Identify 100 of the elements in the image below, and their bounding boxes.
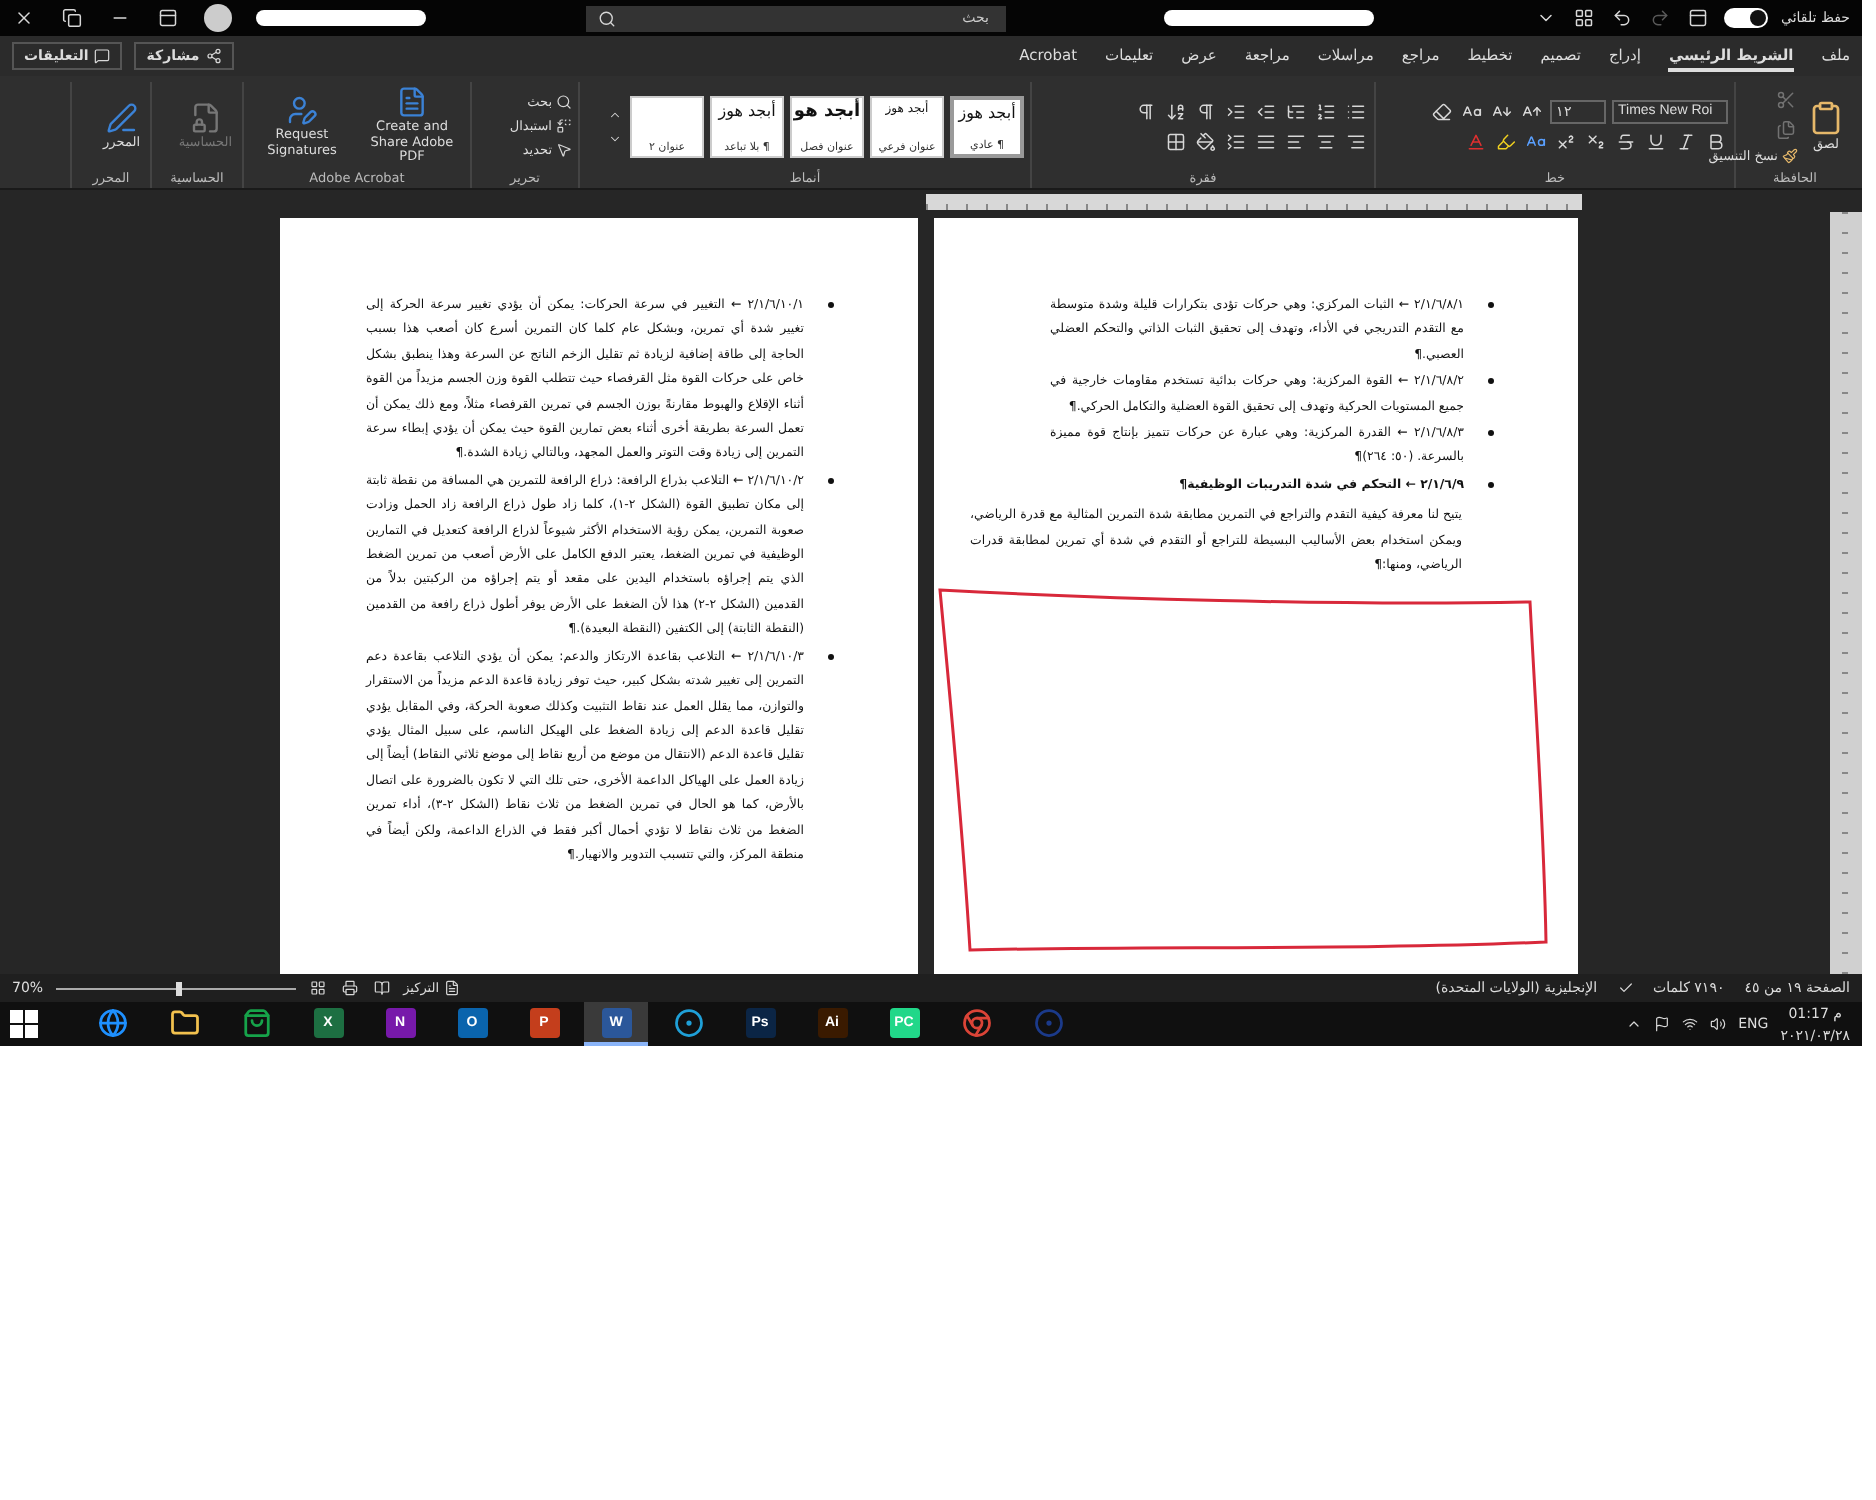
web-layout-button[interactable]: [307, 978, 328, 998]
app-icon: [169, 1007, 199, 1037]
read-mode-icon: [373, 980, 390, 996]
touch-mode-icon: [1573, 8, 1593, 28]
align-center-button[interactable]: [1314, 129, 1338, 153]
undo-button[interactable]: [1609, 6, 1633, 30]
italic-icon: [1676, 131, 1696, 151]
scroll-up-icon: [608, 107, 622, 121]
bullet-icon: [828, 477, 834, 484]
strikethrough-icon: [1616, 131, 1636, 151]
justify-icon: [1256, 131, 1276, 151]
web-layout-icon: [309, 980, 326, 996]
restore-icon: [62, 8, 82, 28]
decrease-indent-icon: [1256, 101, 1276, 121]
underline-button[interactable]: [1644, 129, 1668, 153]
restore-button[interactable]: [60, 6, 84, 30]
sort-icon: [1166, 101, 1186, 121]
show-marks-button[interactable]: [1134, 99, 1158, 123]
multilevel-list-button[interactable]: [1284, 99, 1308, 123]
justify-button[interactable]: [1254, 129, 1278, 153]
font-color-button[interactable]: [1464, 129, 1488, 153]
rtl-direction-button[interactable]: [1194, 99, 1218, 123]
app-icon: [97, 1007, 127, 1037]
underline-icon: [1646, 131, 1666, 151]
print-layout-button[interactable]: [339, 978, 360, 998]
multilevel-list-icon: [1286, 101, 1306, 121]
borders-button[interactable]: [1164, 129, 1188, 153]
bullet-icon: [828, 302, 834, 308]
ribbon-display-button[interactable]: [156, 6, 180, 30]
autosave-toggle[interactable]: [1723, 8, 1767, 28]
touch-mode-button[interactable]: [1571, 6, 1595, 30]
show-marks-icon: [1136, 101, 1156, 121]
clear-format-button[interactable]: [1430, 99, 1454, 123]
windows-logo-icon: [10, 1010, 38, 1038]
align-left-button[interactable]: [1284, 129, 1308, 153]
superscript-button[interactable]: [1554, 129, 1578, 153]
increase-indent-button[interactable]: [1224, 99, 1248, 123]
text-effects-icon: [1526, 131, 1546, 151]
subscript-button[interactable]: [1584, 129, 1608, 153]
pen-icon: [105, 101, 138, 134]
app-icon: [673, 1007, 703, 1037]
layout-button[interactable]: [1685, 6, 1709, 30]
bullet-icon: [828, 653, 834, 660]
rtl-direction-icon: [1196, 101, 1216, 121]
shading-icon: [1196, 131, 1216, 151]
align-right-button[interactable]: [1344, 129, 1368, 153]
avatar[interactable]: [204, 4, 232, 32]
numbering-icon: [1316, 101, 1336, 121]
redo-icon: [1649, 8, 1669, 28]
app-icon: [1033, 1007, 1063, 1037]
shrink-font-icon: [1492, 101, 1512, 121]
network-icon: [1682, 1016, 1699, 1032]
line-spacing-button[interactable]: [1224, 129, 1248, 153]
cut-button[interactable]: [1774, 88, 1798, 112]
search-icon: [597, 9, 615, 27]
numbering-button[interactable]: [1314, 99, 1338, 123]
read-mode-button[interactable]: [371, 978, 392, 998]
redo-button[interactable]: [1647, 6, 1671, 30]
font-color-icon: [1466, 131, 1486, 151]
editing-icon: [556, 142, 572, 158]
borders-icon: [1166, 131, 1186, 151]
start-button[interactable]: [8, 1008, 40, 1040]
print-layout-icon: [341, 980, 358, 996]
proofing-icon: [1617, 980, 1634, 996]
align-left-icon: [1286, 131, 1306, 151]
close-icon: [14, 8, 34, 28]
comment-icon: [94, 48, 111, 64]
bold-icon: [1706, 131, 1726, 151]
clear-format-icon: [1432, 101, 1452, 121]
strikethrough-button[interactable]: [1614, 129, 1638, 153]
copy-icon: [1776, 120, 1796, 140]
highlighter-icon: [1496, 131, 1516, 151]
tray-expand-icon: [1626, 1016, 1643, 1032]
clipboard-icon: [1808, 99, 1844, 136]
align-center-icon: [1316, 131, 1336, 151]
paintbrush-icon: [1782, 148, 1798, 164]
sort-button[interactable]: [1164, 99, 1188, 123]
increase-indent-icon: [1226, 101, 1246, 121]
shading-button[interactable]: [1194, 129, 1218, 153]
highlighter-button[interactable]: [1494, 129, 1518, 153]
bullet-icon: [1488, 481, 1494, 488]
app-icon: [241, 1007, 271, 1037]
editing-icon: [556, 118, 572, 134]
ribbon-display-icon: [158, 8, 178, 28]
decrease-indent-button[interactable]: [1254, 99, 1278, 123]
superscript-icon: [1556, 131, 1576, 151]
close-button[interactable]: [12, 6, 36, 30]
lock-document-icon: [189, 101, 222, 134]
grow-font-icon: [1522, 101, 1542, 121]
undo-icon: [1611, 8, 1631, 28]
share-icon: [205, 48, 222, 64]
bullet-icon: [1488, 430, 1494, 437]
bullets-icon: [1346, 101, 1366, 121]
editing-icon: [556, 94, 572, 110]
flag-icon: [1654, 1016, 1671, 1032]
bullet-icon: [1488, 378, 1494, 385]
volume-icon: [1710, 1016, 1727, 1032]
bold-button[interactable]: [1704, 129, 1728, 153]
copy-button[interactable]: [1774, 118, 1798, 142]
italic-button[interactable]: [1674, 129, 1698, 153]
